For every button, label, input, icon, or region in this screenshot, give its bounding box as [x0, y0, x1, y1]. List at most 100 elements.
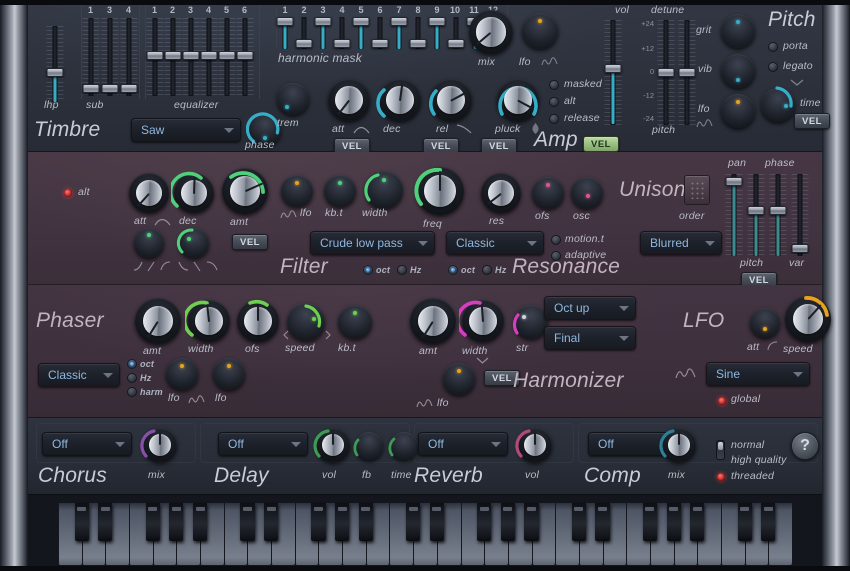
unison-pitch-slider[interactable] [747, 174, 765, 256]
harmonic-slider-10[interactable] [448, 17, 464, 49]
eq-slider-3[interactable] [182, 18, 199, 96]
filter-amt-knob[interactable] [222, 168, 268, 214]
pitch-vel-button[interactable]: VEL [794, 113, 830, 129]
harmonic-slider-1[interactable] [277, 17, 293, 49]
sub-slider-3[interactable] [120, 18, 138, 96]
harmonic-slider-6[interactable] [372, 17, 388, 49]
piano-black-key[interactable] [98, 503, 112, 541]
trem-knob[interactable] [277, 83, 309, 115]
chorus-dropdown[interactable]: Off [42, 432, 132, 456]
piano-keyboard[interactable] [58, 503, 792, 565]
sub3-handle[interactable] [121, 84, 138, 93]
filter-dec-knob[interactable] [174, 173, 214, 213]
legato-checkbox[interactable] [768, 62, 778, 72]
h3-handle[interactable] [315, 17, 332, 26]
resonance-oct-radio[interactable] [448, 265, 458, 275]
unison-var-slider[interactable] [791, 174, 809, 256]
piano-black-key[interactable] [643, 503, 657, 541]
filter-dec-curve-knob[interactable] [179, 228, 209, 258]
eq5-handle[interactable] [218, 51, 235, 60]
amp-masked-checkbox[interactable] [549, 80, 559, 90]
h9-handle[interactable] [429, 17, 446, 26]
amp-rel-knob[interactable] [430, 79, 472, 121]
piano-black-key[interactable] [524, 503, 538, 541]
eq4-handle[interactable] [200, 51, 217, 60]
harmonizer-lfo-knob[interactable] [443, 363, 475, 395]
delay-fb-knob[interactable] [355, 432, 383, 460]
amp-dec-knob[interactable] [379, 79, 421, 121]
h8-handle[interactable] [410, 39, 427, 48]
unison-pitch-handle[interactable] [748, 206, 765, 215]
unison-phase-handle[interactable] [770, 206, 787, 215]
quality-switch[interactable] [716, 440, 725, 460]
h5-handle[interactable] [353, 17, 370, 26]
piano-black-key[interactable] [359, 503, 373, 541]
sub-slider-2[interactable] [101, 18, 119, 96]
piano-black-key[interactable] [240, 503, 254, 541]
unison-mode-dropdown[interactable]: Blurred [640, 231, 722, 255]
filter-type-dropdown[interactable]: Crude low pass [310, 231, 435, 255]
amp-release-checkbox[interactable] [549, 114, 559, 124]
piano-black-key[interactable] [75, 503, 89, 541]
phaser-kbt-knob[interactable] [338, 305, 372, 339]
pitch-lfo-knob[interactable] [721, 94, 755, 128]
pitch-handle[interactable] [658, 68, 675, 77]
piano-black-key[interactable] [169, 503, 183, 541]
detune-handle[interactable] [679, 68, 696, 77]
resonance-res-knob[interactable] [481, 173, 521, 213]
h4-handle[interactable] [334, 39, 351, 48]
eq-slider-6[interactable] [236, 18, 253, 96]
phaser-hz-radio[interactable] [127, 373, 137, 383]
h2-handle[interactable] [296, 39, 313, 48]
piano-black-key[interactable] [335, 503, 349, 541]
resonance-osc-knob[interactable] [571, 177, 603, 209]
harmonic-slider-5[interactable] [353, 17, 369, 49]
lhp-slider[interactable] [45, 26, 65, 102]
h10-handle[interactable] [448, 39, 465, 48]
piano-black-key[interactable] [311, 503, 325, 541]
vib-knob[interactable] [721, 54, 755, 88]
vol-handle[interactable] [605, 64, 622, 73]
phaser-ofs-knob[interactable] [237, 300, 279, 342]
resonance-adaptive-checkbox[interactable] [551, 251, 561, 261]
sub2-handle[interactable] [102, 84, 119, 93]
harmonizer-interval-dropdown[interactable]: Oct up [544, 296, 636, 320]
piano-black-key[interactable] [501, 503, 515, 541]
eq-slider-2[interactable] [164, 18, 181, 96]
piano-black-key[interactable] [406, 503, 420, 541]
harmonizer-stage-dropdown[interactable]: Final [544, 326, 636, 350]
lfo-att-knob[interactable] [750, 308, 780, 338]
lfo-global-led[interactable] [718, 397, 726, 405]
harmonizer-width-knob[interactable] [462, 300, 504, 342]
amp-vel-button[interactable]: VEL [583, 136, 619, 152]
harmonic-slider-8[interactable] [410, 17, 426, 49]
filter-att-curve-knob[interactable] [134, 228, 164, 258]
harmonic-slider-7[interactable] [391, 17, 407, 49]
piano-black-key[interactable] [595, 503, 609, 541]
filter-att-knob[interactable] [129, 173, 169, 213]
amp-att-knob[interactable] [328, 79, 370, 121]
unison-pan-handle[interactable] [726, 177, 743, 186]
resonance-ofs-knob[interactable] [532, 177, 564, 209]
detune-slider[interactable] [678, 20, 696, 125]
phaser-mode-dropdown[interactable]: Classic [38, 363, 120, 387]
help-button[interactable]: ? [791, 432, 819, 460]
filter-alt-led[interactable] [64, 189, 72, 197]
grit-knob[interactable] [721, 14, 755, 48]
harmonizer-str-knob[interactable] [514, 305, 548, 339]
phaser-oct-radio[interactable] [127, 359, 137, 369]
sub1-handle[interactable] [83, 84, 100, 93]
eq-slider-5[interactable] [218, 18, 235, 96]
h7-handle[interactable] [391, 17, 408, 26]
lfo-shape-dropdown[interactable]: Sine [706, 362, 810, 386]
sub-slider-1[interactable] [82, 18, 100, 96]
piano-black-key[interactable] [738, 503, 752, 541]
piano-black-key[interactable] [477, 503, 491, 541]
reverb-vol-knob[interactable] [518, 428, 552, 462]
harmonic-lfo-knob[interactable] [522, 13, 558, 49]
harmonic-slider-2[interactable] [296, 17, 312, 49]
pluck-knob[interactable] [497, 79, 539, 121]
harmonic-slider-4[interactable] [334, 17, 350, 49]
unison-phase-slider[interactable] [769, 174, 787, 256]
filter-kbt-knob[interactable] [324, 175, 356, 207]
